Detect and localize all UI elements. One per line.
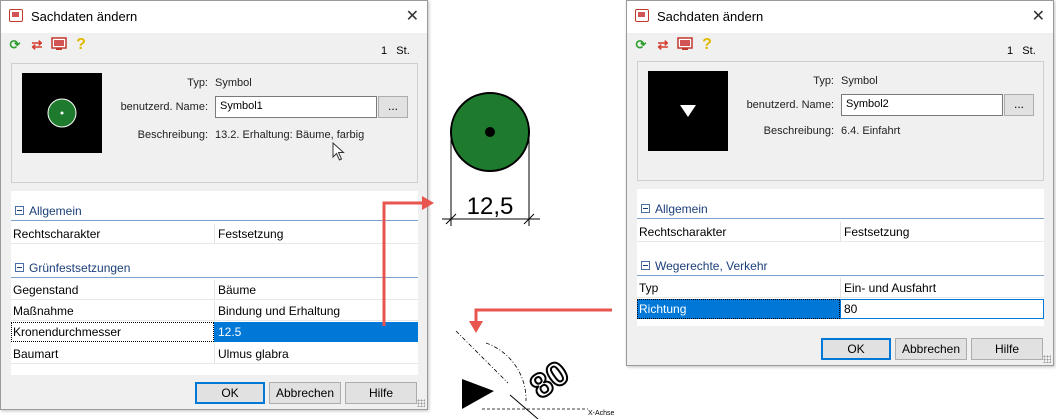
property-value[interactable]: Festsetzung bbox=[218, 227, 283, 241]
item-count: 1 St. bbox=[381, 45, 410, 57]
property-key: Rechtscharakter bbox=[13, 227, 101, 241]
property-row[interactable]: Baumart Ulmus glabra bbox=[11, 344, 418, 364]
direction-arrow-icon bbox=[462, 379, 494, 409]
property-row-selected[interactable]: Kronendurchmesser 12.5 bbox=[11, 322, 418, 342]
collapse-icon[interactable] bbox=[15, 206, 24, 215]
property-key: Rechtscharakter bbox=[639, 225, 727, 239]
properties-grid: Allgemein Rechtscharakter Festsetzung Gr… bbox=[11, 191, 418, 375]
section-title: Allgemein bbox=[29, 204, 82, 218]
symbol-preview bbox=[22, 73, 102, 153]
app-icon bbox=[635, 9, 649, 22]
name-input[interactable]: Symbol1 bbox=[215, 96, 377, 118]
item-count: 1 St. bbox=[1007, 45, 1036, 57]
typ-value: Symbol bbox=[215, 77, 252, 89]
help-icon[interactable]: ? bbox=[699, 37, 715, 53]
dialog-title: Sachdaten ändern bbox=[31, 9, 138, 24]
name-label: benutzerd. Name: bbox=[746, 99, 834, 111]
description-value: 6.4. Einfahrt bbox=[841, 125, 901, 137]
property-key: Gegenstand bbox=[13, 283, 79, 297]
property-row[interactable]: Rechtscharakter Festsetzung bbox=[637, 222, 1044, 242]
help-button[interactable]: Hilfe bbox=[971, 338, 1043, 360]
symbol-info-panel: Typ: Symbol benutzerd. Name: Symbol1 ...… bbox=[11, 63, 418, 183]
help-icon[interactable]: ? bbox=[73, 37, 89, 53]
refresh-icon[interactable]: ⟳ bbox=[7, 37, 23, 53]
property-value[interactable]: Ulmus glabra bbox=[218, 347, 289, 361]
close-icon[interactable]: ✕ bbox=[406, 6, 419, 26]
property-value-editor[interactable]: 80 bbox=[844, 302, 857, 316]
typ-label: Typ: bbox=[187, 77, 208, 89]
ok-button[interactable]: OK bbox=[821, 338, 891, 360]
description-label: Beschreibung: bbox=[763, 125, 834, 137]
swap-icon[interactable]: ⇄ bbox=[655, 37, 671, 53]
symbol-info-panel: Typ: Symbol benutzerd. Name: Symbol2 ...… bbox=[637, 61, 1044, 181]
symbol-preview bbox=[648, 71, 728, 151]
collapse-icon[interactable] bbox=[15, 263, 24, 272]
resize-grip[interactable] bbox=[417, 399, 425, 407]
property-value[interactable]: Bindung und Erhaltung bbox=[218, 304, 340, 318]
property-row[interactable]: Gegenstand Bäume bbox=[11, 280, 418, 300]
property-key: Typ bbox=[639, 281, 659, 295]
collapse-icon[interactable] bbox=[641, 261, 650, 270]
description-label: Beschreibung: bbox=[137, 129, 208, 141]
name-label: benutzerd. Name: bbox=[120, 101, 208, 113]
section-gruenfestsetzungen[interactable]: Grünfestsetzungen bbox=[11, 258, 418, 278]
properties-icon[interactable] bbox=[677, 37, 693, 53]
section-allgemein[interactable]: Allgemein bbox=[637, 199, 1044, 219]
angle-label: 80 bbox=[523, 354, 576, 407]
close-icon[interactable]: ✕ bbox=[1032, 6, 1045, 26]
property-row[interactable]: Maßnahme Bindung und Erhaltung bbox=[11, 301, 418, 321]
property-value[interactable]: Festsetzung bbox=[844, 225, 909, 239]
dialog-title: Sachdaten ändern bbox=[657, 9, 764, 24]
direction-illustration: 80 X-Achse bbox=[455, 330, 615, 419]
left-dialog-titlebar: Sachdaten ändern ✕ bbox=[1, 1, 427, 33]
property-value[interactable]: Bäume bbox=[218, 283, 256, 297]
ok-button[interactable]: OK bbox=[195, 382, 265, 404]
app-icon bbox=[9, 9, 23, 22]
name-input[interactable]: Symbol2 bbox=[841, 94, 1003, 116]
properties-icon[interactable] bbox=[51, 37, 67, 53]
resize-grip[interactable] bbox=[1043, 355, 1051, 363]
property-row[interactable]: Typ Ein- und Ausfahrt bbox=[637, 278, 1044, 298]
left-dialog: Sachdaten ändern ✕ ⟳ ⇄ ? 1 St. Typ: Symb… bbox=[0, 0, 428, 410]
right-dialog-titlebar: Sachdaten ändern ✕ bbox=[627, 1, 1053, 33]
tree-diameter-illustration: 12,5 bbox=[442, 92, 540, 226]
typ-label: Typ: bbox=[813, 75, 834, 87]
refresh-icon[interactable]: ⟳ bbox=[633, 37, 649, 53]
axis-label: X-Achse bbox=[588, 410, 615, 417]
cancel-button[interactable]: Abbrechen bbox=[895, 338, 967, 360]
property-key: Kronendurchmesser bbox=[13, 325, 122, 339]
section-wegerechte[interactable]: Wegerechte, Verkehr bbox=[637, 256, 1044, 276]
property-value[interactable]: Ein- und Ausfahrt bbox=[844, 281, 936, 295]
tree-center-dot bbox=[485, 127, 495, 137]
description-value: 13.2. Erhaltung: Bäume, farbig bbox=[215, 129, 365, 141]
browse-button[interactable]: ... bbox=[1004, 94, 1034, 116]
section-allgemein[interactable]: Allgemein bbox=[11, 201, 418, 221]
property-value-editor[interactable]: 12.5 bbox=[218, 325, 241, 339]
property-key: Baumart bbox=[13, 347, 59, 361]
property-row-selected[interactable]: Richtung 80 bbox=[637, 299, 1044, 319]
section-title: Allgemein bbox=[655, 202, 708, 216]
properties-grid: Allgemein Rechtscharakter Festsetzung We… bbox=[637, 189, 1044, 326]
property-row[interactable]: Rechtscharakter Festsetzung bbox=[11, 224, 418, 244]
section-title: Wegerechte, Verkehr bbox=[655, 259, 768, 273]
section-title: Grünfestsetzungen bbox=[29, 261, 131, 275]
cancel-button[interactable]: Abbrechen bbox=[269, 382, 341, 404]
mouse-cursor-icon bbox=[332, 142, 345, 161]
property-key: Richtung bbox=[639, 302, 687, 316]
help-button[interactable]: Hilfe bbox=[345, 382, 417, 404]
property-key: Maßnahme bbox=[13, 304, 74, 318]
browse-button[interactable]: ... bbox=[378, 96, 408, 118]
dimension-label: 12,5 bbox=[467, 193, 514, 220]
typ-value: Symbol bbox=[841, 75, 878, 87]
swap-icon[interactable]: ⇄ bbox=[29, 37, 45, 53]
collapse-icon[interactable] bbox=[641, 204, 650, 213]
right-dialog: Sachdaten ändern ✕ ⟳ ⇄ ? 1 St. Typ: Symb… bbox=[626, 0, 1054, 366]
